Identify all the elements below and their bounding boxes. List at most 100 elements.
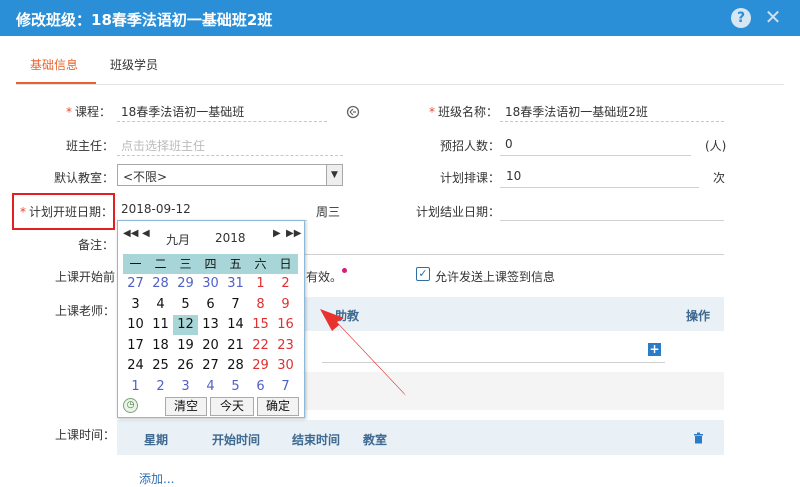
- calendar-day[interactable]: 30: [273, 356, 298, 376]
- calendar-day[interactable]: 28: [223, 356, 248, 376]
- calendar-day[interactable]: 6: [198, 295, 223, 315]
- calendar-day[interactable]: 8: [248, 295, 273, 315]
- plan-count-label: 计划排课：: [440, 171, 501, 185]
- calendar-day[interactable]: 7: [223, 295, 248, 315]
- calendar-day[interactable]: 6: [248, 377, 273, 397]
- calendar-day[interactable]: 26: [173, 356, 198, 376]
- date-picker-footer: ◷ 清空 今天 确定: [118, 397, 304, 417]
- calendar-year[interactable]: 2018: [215, 231, 246, 245]
- class-name-value[interactable]: 18春季法语初一基础班2班: [505, 103, 648, 120]
- classroom-header: 教室: [363, 433, 388, 447]
- course-value[interactable]: 18春季法语初一基础班: [121, 103, 244, 120]
- calendar-day[interactable]: 20: [198, 336, 223, 356]
- today-button[interactable]: 今天: [210, 397, 254, 416]
- enroll-input[interactable]: 0: [505, 137, 513, 151]
- calendar-day[interactable]: 18: [148, 336, 173, 356]
- calendar-day[interactable]: 5: [223, 377, 248, 397]
- weekday-header-cell: 五: [229, 257, 242, 271]
- calendar-day[interactable]: 4: [148, 295, 173, 315]
- start-date-label: * 计划开班日期：: [20, 205, 114, 219]
- weekday-header-cell: 三: [179, 257, 192, 271]
- class-start-label: 上课开始前: [55, 270, 116, 284]
- calendar-day[interactable]: 24: [123, 356, 148, 376]
- chevron-down-icon[interactable]: ▼: [326, 165, 342, 185]
- calendar-day[interactable]: 13: [198, 315, 223, 335]
- calendar-day[interactable]: 10: [123, 315, 148, 335]
- calendar-day[interactable]: 29: [173, 274, 198, 294]
- calendar-day[interactable]: 27: [123, 274, 148, 294]
- classroom-select[interactable]: <不限> ▼: [117, 164, 343, 186]
- calendar-day[interactable]: 5: [173, 295, 198, 315]
- calendar-day[interactable]: 17: [123, 336, 148, 356]
- next-year-icon[interactable]: ▶▶: [286, 228, 301, 239]
- course-underline: [117, 121, 327, 122]
- tab-class-students[interactable]: 班级学员: [110, 56, 158, 73]
- calendar-day[interactable]: 22: [248, 336, 273, 356]
- end-date-label: 计划结业日期：: [416, 205, 501, 219]
- classroom-label: 默认教室：: [54, 171, 115, 185]
- calendar-day[interactable]: 12: [173, 315, 198, 335]
- calendar-day[interactable]: 14: [223, 315, 248, 335]
- start-time-header: 开始时间: [212, 433, 261, 447]
- calendar-day[interactable]: 23: [273, 336, 298, 356]
- close-icon[interactable]: ✕: [763, 5, 783, 29]
- calendar-day[interactable]: 28: [148, 274, 173, 294]
- calendar-day[interactable]: 30: [198, 274, 223, 294]
- clear-button[interactable]: 清空: [165, 397, 207, 416]
- ok-button[interactable]: 确定: [257, 397, 299, 416]
- calendar-day[interactable]: 4: [198, 377, 223, 397]
- plan-count-underline: [500, 187, 699, 188]
- calendar-day[interactable]: 29: [248, 356, 273, 376]
- enroll-label: 预招人数：: [440, 139, 501, 153]
- date-picker-header: ◀◀ ◀ 九月 2018 ▶ ▶▶: [118, 221, 304, 252]
- enroll-underline: [500, 155, 691, 156]
- calendar-day[interactable]: 19: [173, 336, 198, 356]
- help-icon[interactable]: ?: [731, 8, 751, 28]
- head-teacher-label: 班主任：: [66, 139, 115, 153]
- calendar-day[interactable]: 25: [148, 356, 173, 376]
- link-icon[interactable]: [345, 104, 361, 120]
- send-checkin-label[interactable]: 允许发送上课签到信息: [435, 268, 555, 285]
- calendar-month[interactable]: 九月: [166, 231, 190, 248]
- start-date-input[interactable]: 2018-09-12: [121, 202, 191, 216]
- calendar-day[interactable]: 2: [148, 377, 173, 397]
- add-time-link[interactable]: 添加...: [139, 470, 174, 487]
- calendar-day[interactable]: 3: [123, 295, 148, 315]
- calendar-day[interactable]: 1: [123, 377, 148, 397]
- head-teacher-field[interactable]: 点击选择班主任: [121, 137, 205, 154]
- dialog-title: 修改班级：18春季法语初一基础班2班: [16, 11, 273, 29]
- plus-icon[interactable]: +: [648, 343, 661, 356]
- next-month-icon[interactable]: ▶: [273, 228, 281, 239]
- trash-icon[interactable]: [693, 432, 704, 444]
- calendar-day[interactable]: 9: [273, 295, 298, 315]
- calendar-day[interactable]: 27: [198, 356, 223, 376]
- calendar-day[interactable]: 1: [248, 274, 273, 294]
- required-dot: [342, 268, 347, 273]
- calendar-day[interactable]: 2: [273, 274, 298, 294]
- assistant-header: 助教: [335, 309, 360, 323]
- weekday-header-cell: 日: [279, 257, 292, 271]
- date-picker-popup: ◀◀ ◀ 九月 2018 ▶ ▶▶ 一二三四五六日 27 28 29 30 31 1 2 3 4 5…: [117, 220, 305, 418]
- prev-month-icon[interactable]: ◀: [142, 228, 150, 239]
- calendar-day[interactable]: 21: [223, 336, 248, 356]
- class-name-label: * 班级名称：: [429, 105, 499, 119]
- clock-icon[interactable]: ◷: [123, 398, 138, 413]
- teacher-table-row: [305, 372, 724, 410]
- calendar-day[interactable]: 7: [273, 377, 298, 397]
- calendar-day[interactable]: 15: [248, 315, 273, 335]
- prev-year-icon[interactable]: ◀◀: [123, 228, 138, 239]
- note-underline: [305, 254, 724, 255]
- tab-basic-info[interactable]: 基础信息: [30, 56, 78, 73]
- weekday-header-cell: 六: [254, 257, 267, 271]
- calendar-day[interactable]: 3: [173, 377, 198, 397]
- calendar-day[interactable]: 31: [223, 274, 248, 294]
- weekday-header: 星期: [144, 433, 169, 447]
- weekday-header-cell: 一: [129, 257, 142, 271]
- plan-count-input[interactable]: 10: [506, 169, 521, 183]
- calendar-day[interactable]: 11: [148, 315, 173, 335]
- send-checkin-checkbox[interactable]: ✓: [416, 267, 430, 281]
- teacher-label: 上课老师：: [55, 304, 116, 318]
- calendar-day[interactable]: 16: [273, 315, 298, 335]
- enroll-unit: (人): [705, 139, 727, 153]
- valid-suffix: 有效。: [306, 270, 343, 284]
